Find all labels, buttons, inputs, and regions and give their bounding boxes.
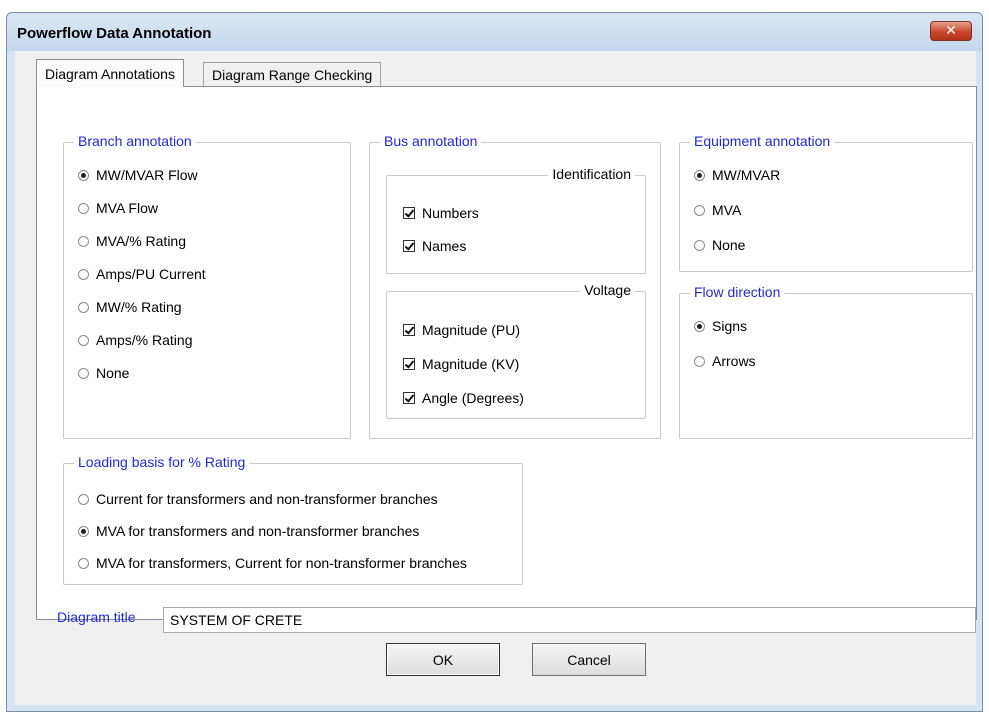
branch-option-mw-rating[interactable]: MW/% Rating xyxy=(78,299,182,315)
loading-option-current[interactable]: Current for transformers and non-transfo… xyxy=(78,491,438,507)
checkbox-magnitude-pu[interactable]: Magnitude (PU) xyxy=(403,322,520,338)
branch-option-none[interactable]: None xyxy=(78,365,129,381)
equipment-annotation-group: Equipment annotation MW/MVAR MVA None xyxy=(679,133,973,272)
group-label: Equipment annotation xyxy=(690,133,835,149)
loading-option-mixed[interactable]: MVA for transformers, Current for non-tr… xyxy=(78,555,467,571)
radio-button[interactable] xyxy=(78,493,89,505)
voltage-group: Voltage Magnitude (PU) Magnitude (KV) An… xyxy=(386,282,646,419)
checkbox[interactable] xyxy=(403,392,415,404)
equipment-option-mw-mvar[interactable]: MW/MVAR xyxy=(694,167,780,183)
radio-button[interactable] xyxy=(78,202,89,214)
loading-option-mva[interactable]: MVA for transformers and non-transformer… xyxy=(78,523,419,539)
flow-direction-group: Flow direction Signs Arrows xyxy=(679,284,973,439)
option-label: Amps/% Rating xyxy=(96,332,193,348)
branch-option-mva-flow[interactable]: MVA Flow xyxy=(78,200,158,216)
radio-button[interactable] xyxy=(78,169,89,181)
group-label: Identification xyxy=(548,166,635,182)
title-bar: Powerflow Data Annotation ✕ xyxy=(7,13,982,51)
cancel-button[interactable]: Cancel xyxy=(532,643,646,676)
equipment-option-mva[interactable]: MVA xyxy=(694,202,741,218)
option-label: Amps/PU Current xyxy=(96,266,206,282)
radio-button[interactable] xyxy=(78,301,89,313)
radio-button[interactable] xyxy=(78,557,89,569)
group-label: Branch annotation xyxy=(74,133,196,149)
branch-option-amps-pu-current[interactable]: Amps/PU Current xyxy=(78,266,206,282)
option-label: Angle (Degrees) xyxy=(422,390,524,406)
group-label: Bus annotation xyxy=(380,133,482,149)
radio-button[interactable] xyxy=(78,334,89,346)
group-label: Loading basis for % Rating xyxy=(74,454,250,470)
option-label: MW/MVAR Flow xyxy=(96,167,198,183)
loading-basis-group: Loading basis for % Rating Current for t… xyxy=(63,454,523,585)
tab-label: Diagram Range Checking xyxy=(212,66,373,83)
flow-option-signs[interactable]: Signs xyxy=(694,318,747,334)
equipment-option-none[interactable]: None xyxy=(694,237,745,253)
dialog-window: Powerflow Data Annotation ✕ Diagram Anno… xyxy=(6,12,983,712)
option-label: Magnitude (KV) xyxy=(422,356,520,372)
option-label: MVA for transformers and non-transformer… xyxy=(96,523,420,539)
window-title: Powerflow Data Annotation xyxy=(17,25,212,42)
option-label: Magnitude (PU) xyxy=(422,322,521,338)
close-icon: ✕ xyxy=(945,23,957,39)
bus-annotation-group: Bus annotation Identification Numbers Na… xyxy=(369,133,661,439)
checkbox[interactable] xyxy=(403,358,415,370)
option-label: None xyxy=(712,237,746,253)
checkbox-names[interactable]: Names xyxy=(403,238,466,254)
option-label: None xyxy=(96,365,130,381)
radio-button[interactable] xyxy=(78,235,89,247)
radio-button[interactable] xyxy=(694,204,705,216)
option-label: MVA for transformers, Current for non-tr… xyxy=(96,555,467,571)
radio-button[interactable] xyxy=(694,169,705,181)
dialog-client: Diagram Annotations Diagram Range Checki… xyxy=(15,51,977,705)
option-label: MW/MVAR xyxy=(712,167,781,183)
radio-button[interactable] xyxy=(78,525,89,537)
option-label: MW/% Rating xyxy=(96,299,182,315)
group-label: Voltage xyxy=(580,282,635,298)
tab-diagram-annotations[interactable]: Diagram Annotations xyxy=(36,59,184,87)
option-label: MVA xyxy=(712,202,742,218)
radio-button[interactable] xyxy=(694,355,705,367)
radio-button[interactable] xyxy=(78,367,89,379)
tab-diagram-range-checking[interactable]: Diagram Range Checking xyxy=(203,62,382,86)
radio-button[interactable] xyxy=(694,320,705,332)
checkbox-angle-degrees[interactable]: Angle (Degrees) xyxy=(403,390,524,406)
diagram-title-label: Diagram title xyxy=(57,609,136,625)
tab-panel: Branch annotation MW/MVAR Flow MVA Flow … xyxy=(36,86,977,633)
branch-option-amps-rating[interactable]: Amps/% Rating xyxy=(78,332,192,348)
branch-option-mva-rating[interactable]: MVA/% Rating xyxy=(78,233,186,249)
flow-option-arrows[interactable]: Arrows xyxy=(694,353,756,369)
radio-button[interactable] xyxy=(78,268,89,280)
option-label: Arrows xyxy=(712,353,756,369)
radio-button[interactable] xyxy=(694,239,705,251)
checkbox[interactable] xyxy=(403,324,415,336)
group-label: Flow direction xyxy=(690,284,785,300)
identification-group: Identification Numbers Names xyxy=(386,166,646,274)
branch-option-mw-mvar-flow[interactable]: MW/MVAR Flow xyxy=(78,167,198,183)
checkbox-numbers[interactable]: Numbers xyxy=(403,205,479,221)
option-label: Numbers xyxy=(422,205,479,221)
tab-label: Diagram Annotations xyxy=(45,65,175,82)
option-label: Names xyxy=(422,238,467,254)
branch-annotation-group: Branch annotation MW/MVAR Flow MVA Flow … xyxy=(63,133,351,439)
option-label: MVA Flow xyxy=(96,200,158,216)
option-label: Signs xyxy=(712,318,748,334)
option-label: Current for transformers and non-transfo… xyxy=(96,491,438,507)
close-button[interactable]: ✕ xyxy=(930,21,972,41)
checkbox-magnitude-kv[interactable]: Magnitude (KV) xyxy=(403,356,519,372)
checkbox[interactable] xyxy=(403,207,415,219)
ok-button[interactable]: OK xyxy=(386,643,500,676)
diagram-title-input[interactable] xyxy=(163,607,976,633)
checkbox[interactable] xyxy=(403,240,415,252)
option-label: MVA/% Rating xyxy=(96,233,186,249)
